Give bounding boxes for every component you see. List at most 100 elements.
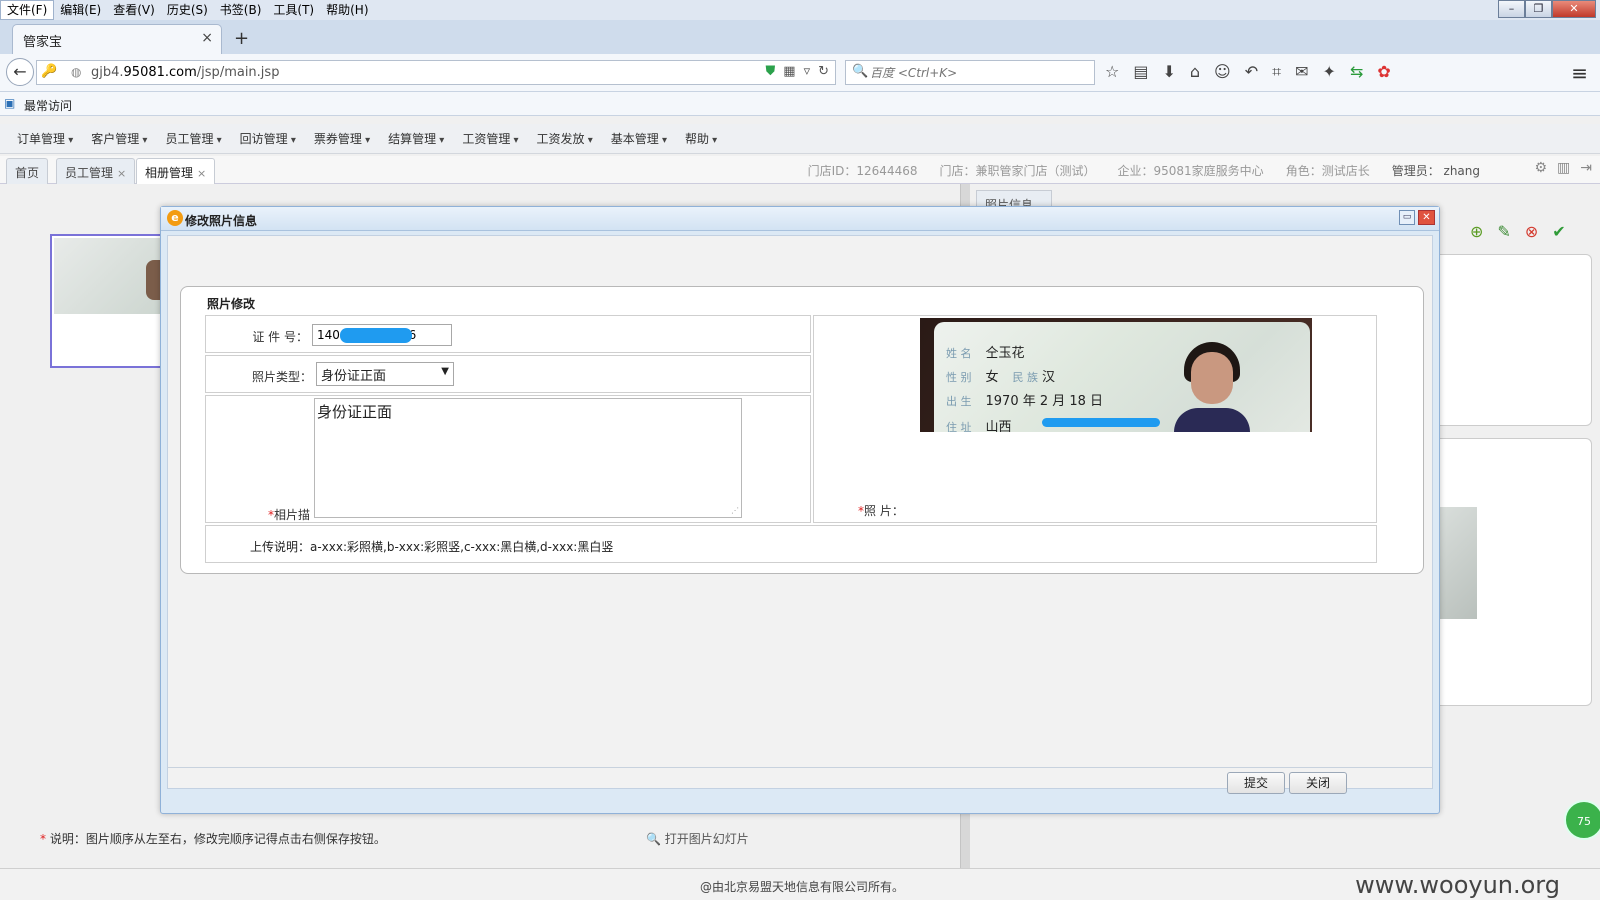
menu-view[interactable]: 查看(V) — [107, 0, 161, 20]
bookmarks-bar: ▣ 最常访问 — [0, 92, 1600, 116]
app-menu-followup[interactable]: 回访管理 — [231, 130, 305, 147]
album-note: * 说明：图片顺序从左至右，修改完顺序记得点击右侧保存按钮。 — [40, 830, 386, 847]
close-button[interactable]: 关闭 — [1289, 772, 1347, 794]
photo-type-select[interactable]: 身份证正面 ▼ — [316, 362, 454, 386]
id-card-name-row: 姓 名仝玉花 — [946, 342, 1025, 361]
shield-icon[interactable]: ⛊ — [766, 64, 776, 79]
browser-toolbar: ☆ ▤ ⬇ ⌂ ☺ ↶ ⌗ ✉ ✦ ⇆ ✿ — [1105, 62, 1391, 82]
menu-file[interactable]: 文件(F) — [0, 0, 55, 20]
app-menu-settlement[interactable]: 结算管理 — [379, 130, 453, 147]
fieldset-legend: 照片修改 — [207, 297, 256, 311]
undo-icon[interactable]: ↶ — [1245, 62, 1258, 82]
tab-close-icon[interactable]: × — [117, 167, 126, 180]
upload-note: 上传说明：a-xxx:彩照横,b-xxx:彩照竖,c-xxx:黑白横,d-xxx… — [250, 540, 614, 554]
exit-icon[interactable]: ⇥ — [1580, 160, 1592, 176]
dialog-close-icon[interactable]: ✕ — [1418, 210, 1435, 225]
id-card-sex-label: 性 别 — [946, 371, 972, 384]
select-arrow-icon: ▼ — [441, 366, 449, 377]
app-menu-bar: 订单管理 客户管理 员工管理 回访管理 票券管理 结算管理 工资管理 工资发放 … — [0, 124, 1600, 154]
app-menu-basic[interactable]: 基本管理 — [602, 130, 676, 147]
menu-help[interactable]: 帮助(H) — [320, 0, 374, 20]
menu-edit[interactable]: 编辑(E) — [54, 0, 107, 20]
crop-icon[interactable]: ⌗ — [1272, 62, 1281, 82]
new-tab-icon[interactable]: + — [234, 28, 249, 49]
id-card-photo[interactable]: 姓 名仝玉花 性 别女 民 族汉 出 生 1970 年 2 月 18 日 住 址 山… — [920, 318, 1312, 432]
tab-close-icon[interactable]: × — [197, 167, 206, 180]
maximize-icon[interactable]: ▭ — [1399, 210, 1415, 225]
tab-staff[interactable]: 员工管理 × — [56, 158, 136, 184]
edit-icon[interactable]: ✎ — [1497, 222, 1510, 241]
redaction-mask — [1042, 418, 1160, 427]
app-tab-bar: 首页 员工管理 × 相册管理 × 门店ID：12644468 门店：兼职管家门店（测… — [0, 156, 1600, 184]
tab-album[interactable]: 相册管理 × — [136, 158, 216, 184]
notes-icon[interactable]: ▥ — [1557, 160, 1570, 176]
app-menu-orders[interactable]: 订单管理 — [8, 130, 82, 147]
app-menu-salary[interactable]: 工资管理 — [453, 130, 527, 147]
globe-icon: ◍ — [71, 65, 82, 79]
menu-bookmarks[interactable]: 书签(B) — [214, 0, 268, 20]
home-icon[interactable]: ⌂ — [1190, 62, 1200, 82]
dropdown-arrow-icon[interactable]: ▿ — [804, 64, 811, 79]
addon-icon[interactable]: ✿ — [1377, 62, 1390, 82]
delete-icon[interactable]: ⊗ — [1525, 222, 1538, 241]
photo-thumbnail[interactable] — [50, 234, 162, 368]
dialog-title: 修改照片信息 — [185, 214, 258, 228]
dialog-titlebar[interactable]: e 修改照片信息 ▭ ✕ — [161, 207, 1439, 231]
key-icon[interactable]: 🔑 — [41, 64, 57, 79]
menu-tools[interactable]: 工具(T) — [267, 0, 320, 20]
qr-code-icon[interactable]: ▦ — [783, 64, 795, 79]
browser-tabstrip: 管家宝 × + — [0, 20, 1600, 54]
app-menu-tickets[interactable]: 票券管理 — [305, 130, 379, 147]
description-textarea[interactable]: 身份证正面 ⋰ — [314, 398, 742, 518]
user-role: 角色：测试店长 — [1285, 164, 1370, 178]
ie-logo-icon: e — [167, 210, 183, 226]
app-menu-help[interactable]: 帮助 — [676, 130, 726, 147]
restore-icon[interactable]: ❐ — [1525, 0, 1552, 18]
slideshow-link[interactable]: 🔍 打开图片幻灯片 — [646, 830, 749, 847]
reload-icon[interactable]: ↻ — [818, 64, 829, 79]
star-icon[interactable]: ☆ — [1105, 62, 1119, 82]
reading-list-icon[interactable]: ▤ — [1133, 62, 1148, 82]
menu-history[interactable]: 历史(S) — [161, 0, 214, 20]
add-icon[interactable]: ⊕ — [1470, 222, 1483, 241]
app-menu-staff[interactable]: 员工管理 — [156, 130, 230, 147]
tab-close-icon[interactable]: × — [201, 30, 213, 46]
minimize-icon[interactable]: – — [1498, 0, 1525, 18]
extension-icon[interactable]: ✦ — [1323, 62, 1336, 82]
id-card-sex: 女 — [985, 370, 999, 385]
id-card-birth: 1970 年 2 月 18 日 — [985, 394, 1104, 409]
browser-tab[interactable]: 管家宝 × — [12, 24, 222, 54]
id-card-nation-label: 民 族 — [1012, 371, 1039, 384]
settings-gear-icon[interactable]: ⚙ — [1534, 160, 1547, 176]
id-card-addr: 山西 — [985, 420, 1012, 432]
submit-button[interactable]: 提交 — [1227, 772, 1285, 794]
sync-arrows-icon[interactable]: ⇆ — [1350, 62, 1363, 82]
tab-album-label: 相册管理 — [145, 166, 194, 180]
window-close-icon[interactable]: ✕ — [1552, 0, 1596, 18]
id-card-birth-row: 出 生 1970 年 2 月 18 日 — [946, 390, 1103, 409]
app-menu-customers[interactable]: 客户管理 — [82, 130, 156, 147]
hamburger-menu-icon[interactable]: ≡ — [1571, 61, 1588, 85]
back-arrow-icon[interactable]: ← — [6, 58, 34, 86]
search-box[interactable]: 🔍 — [845, 60, 1095, 85]
url-bar[interactable]: 🔑 ◍ gjb4.95081.com/jsp/main.jsp ⛊ ▦ ▿ ↻ — [36, 60, 836, 85]
app-menu-payroll[interactable]: 工资发放 — [528, 130, 602, 147]
bookmark-folder-icon: ▣ — [4, 96, 16, 110]
float-badge[interactable]: 75 — [1564, 800, 1600, 840]
tab-home[interactable]: 首页 — [6, 158, 49, 184]
download-icon[interactable]: ⬇ — [1162, 62, 1175, 82]
description-row: *相片描述： 身份证正面 ⋰ — [205, 395, 811, 539]
photo-type-row: 照片类型： 身份证正面 ▼ — [205, 355, 811, 393]
url-text[interactable]: gjb4.95081.com/jsp/main.jsp — [91, 65, 279, 80]
resize-grip-icon[interactable]: ⋰ — [731, 506, 739, 515]
chat-icon[interactable]: ☺ — [1214, 62, 1231, 82]
header-icons: ⚙ ▥ ⇥ — [1534, 160, 1592, 176]
search-input[interactable] — [870, 63, 1090, 82]
id-card-name-label: 姓 名 — [946, 347, 972, 360]
portrait-body — [1174, 408, 1250, 432]
id-card-birth-label: 出 生 — [946, 395, 972, 408]
save-check-icon[interactable]: ✔ — [1552, 222, 1565, 241]
bookmark-most-visited[interactable]: 最常访问 — [24, 97, 72, 114]
thumbnail-image[interactable] — [54, 238, 160, 314]
comment-icon[interactable]: ✉ — [1295, 62, 1308, 82]
